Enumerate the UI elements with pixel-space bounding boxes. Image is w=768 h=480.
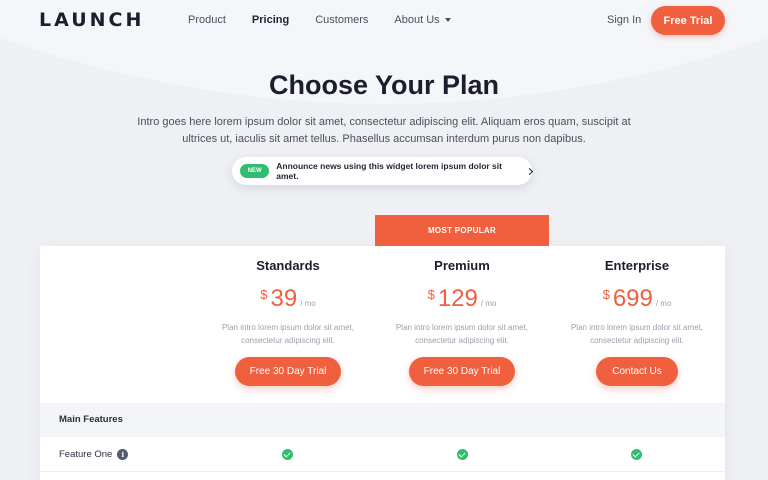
premium-trial-button[interactable]: Free 30 Day Trial	[409, 357, 515, 386]
plan-description: Plan intro lorem ipsum dolor sit amet, c…	[395, 323, 529, 345]
nav-label: About Us	[394, 14, 440, 26]
pricing-table: Standards $ 39 / mo Plan intro lorem ips…	[40, 246, 725, 480]
plan-name: Standards	[256, 258, 320, 273]
plan-premium: Premium $ 129 / mo Plan intro lorem ipsu…	[375, 246, 549, 386]
nav-item-product[interactable]: Product	[188, 14, 226, 26]
features-section-header: Main Features	[40, 403, 725, 437]
currency-symbol: $	[602, 287, 610, 302]
price-period: / mo	[655, 299, 672, 308]
check-icon	[457, 449, 468, 460]
announcement-text: Announce news using this widget lorem ip…	[276, 161, 502, 181]
nav-item-pricing[interactable]: Pricing	[252, 14, 289, 26]
plan-price: $ 699 / mo	[550, 285, 724, 313]
plan-description: Plan intro lorem ipsum dolor sit amet, c…	[570, 323, 704, 345]
contact-us-button[interactable]: Contact Us	[596, 357, 678, 386]
new-badge: NEW	[240, 164, 270, 178]
caret-down-icon	[444, 18, 451, 22]
plan-price: $ 129 / mo	[375, 285, 549, 313]
plan-name: Premium	[434, 258, 490, 273]
site-header: LAUNCH Product Pricing Customers About U…	[0, 0, 768, 42]
currency-symbol: $	[427, 287, 435, 302]
logo-text: LAUNCH	[39, 9, 145, 31]
most-popular-banner: MOST POPULAR	[375, 215, 549, 246]
price-period: / mo	[300, 299, 316, 308]
price-period: / mo	[480, 299, 497, 308]
nav-label: Customers	[315, 14, 369, 26]
check-icon	[631, 449, 642, 460]
feature-row: Feature One i	[40, 437, 725, 472]
feature-name: Feature One	[59, 449, 113, 460]
sign-in-link[interactable]: Sign In	[607, 14, 641, 26]
currency-symbol: $	[260, 287, 268, 302]
nav-label: Product	[188, 14, 226, 26]
plan-description: Plan intro lorem ipsum dolor sit amet, c…	[221, 323, 355, 345]
plan-standards: Standards $ 39 / mo Plan intro lorem ips…	[201, 246, 375, 386]
price-amount: 39	[270, 285, 298, 312]
feature-label: Feature One i	[59, 449, 129, 460]
check-icon	[282, 449, 293, 460]
features-section-title: Main Features	[59, 414, 123, 425]
plan-enterprise: Enterprise $ 699 / mo Plan intro lorem i…	[550, 246, 724, 386]
logo[interactable]: LAUNCH	[39, 9, 144, 31]
free-trial-button[interactable]: Free Trial	[651, 6, 725, 35]
nav-label: Pricing	[251, 14, 290, 26]
price-amount: 699	[612, 285, 653, 312]
page-title: Choose Your Plan	[268, 70, 500, 100]
intro-text: Intro goes here lorem ipsum dolor sit am…	[137, 116, 631, 145]
announcement-widget[interactable]: NEW Announce news using this widget lore…	[232, 157, 534, 185]
main-nav: Product Pricing Customers About Us	[188, 14, 477, 26]
price-amount: 129	[437, 285, 478, 312]
info-icon[interactable]: i	[117, 449, 129, 460]
nav-item-customers[interactable]: Customers	[315, 14, 368, 26]
nav-item-about-us[interactable]: About Us	[394, 14, 451, 26]
plan-name: Enterprise	[604, 258, 670, 273]
standards-trial-button[interactable]: Free 30 Day Trial	[235, 357, 341, 386]
plan-price: $ 39 / mo	[201, 285, 375, 313]
